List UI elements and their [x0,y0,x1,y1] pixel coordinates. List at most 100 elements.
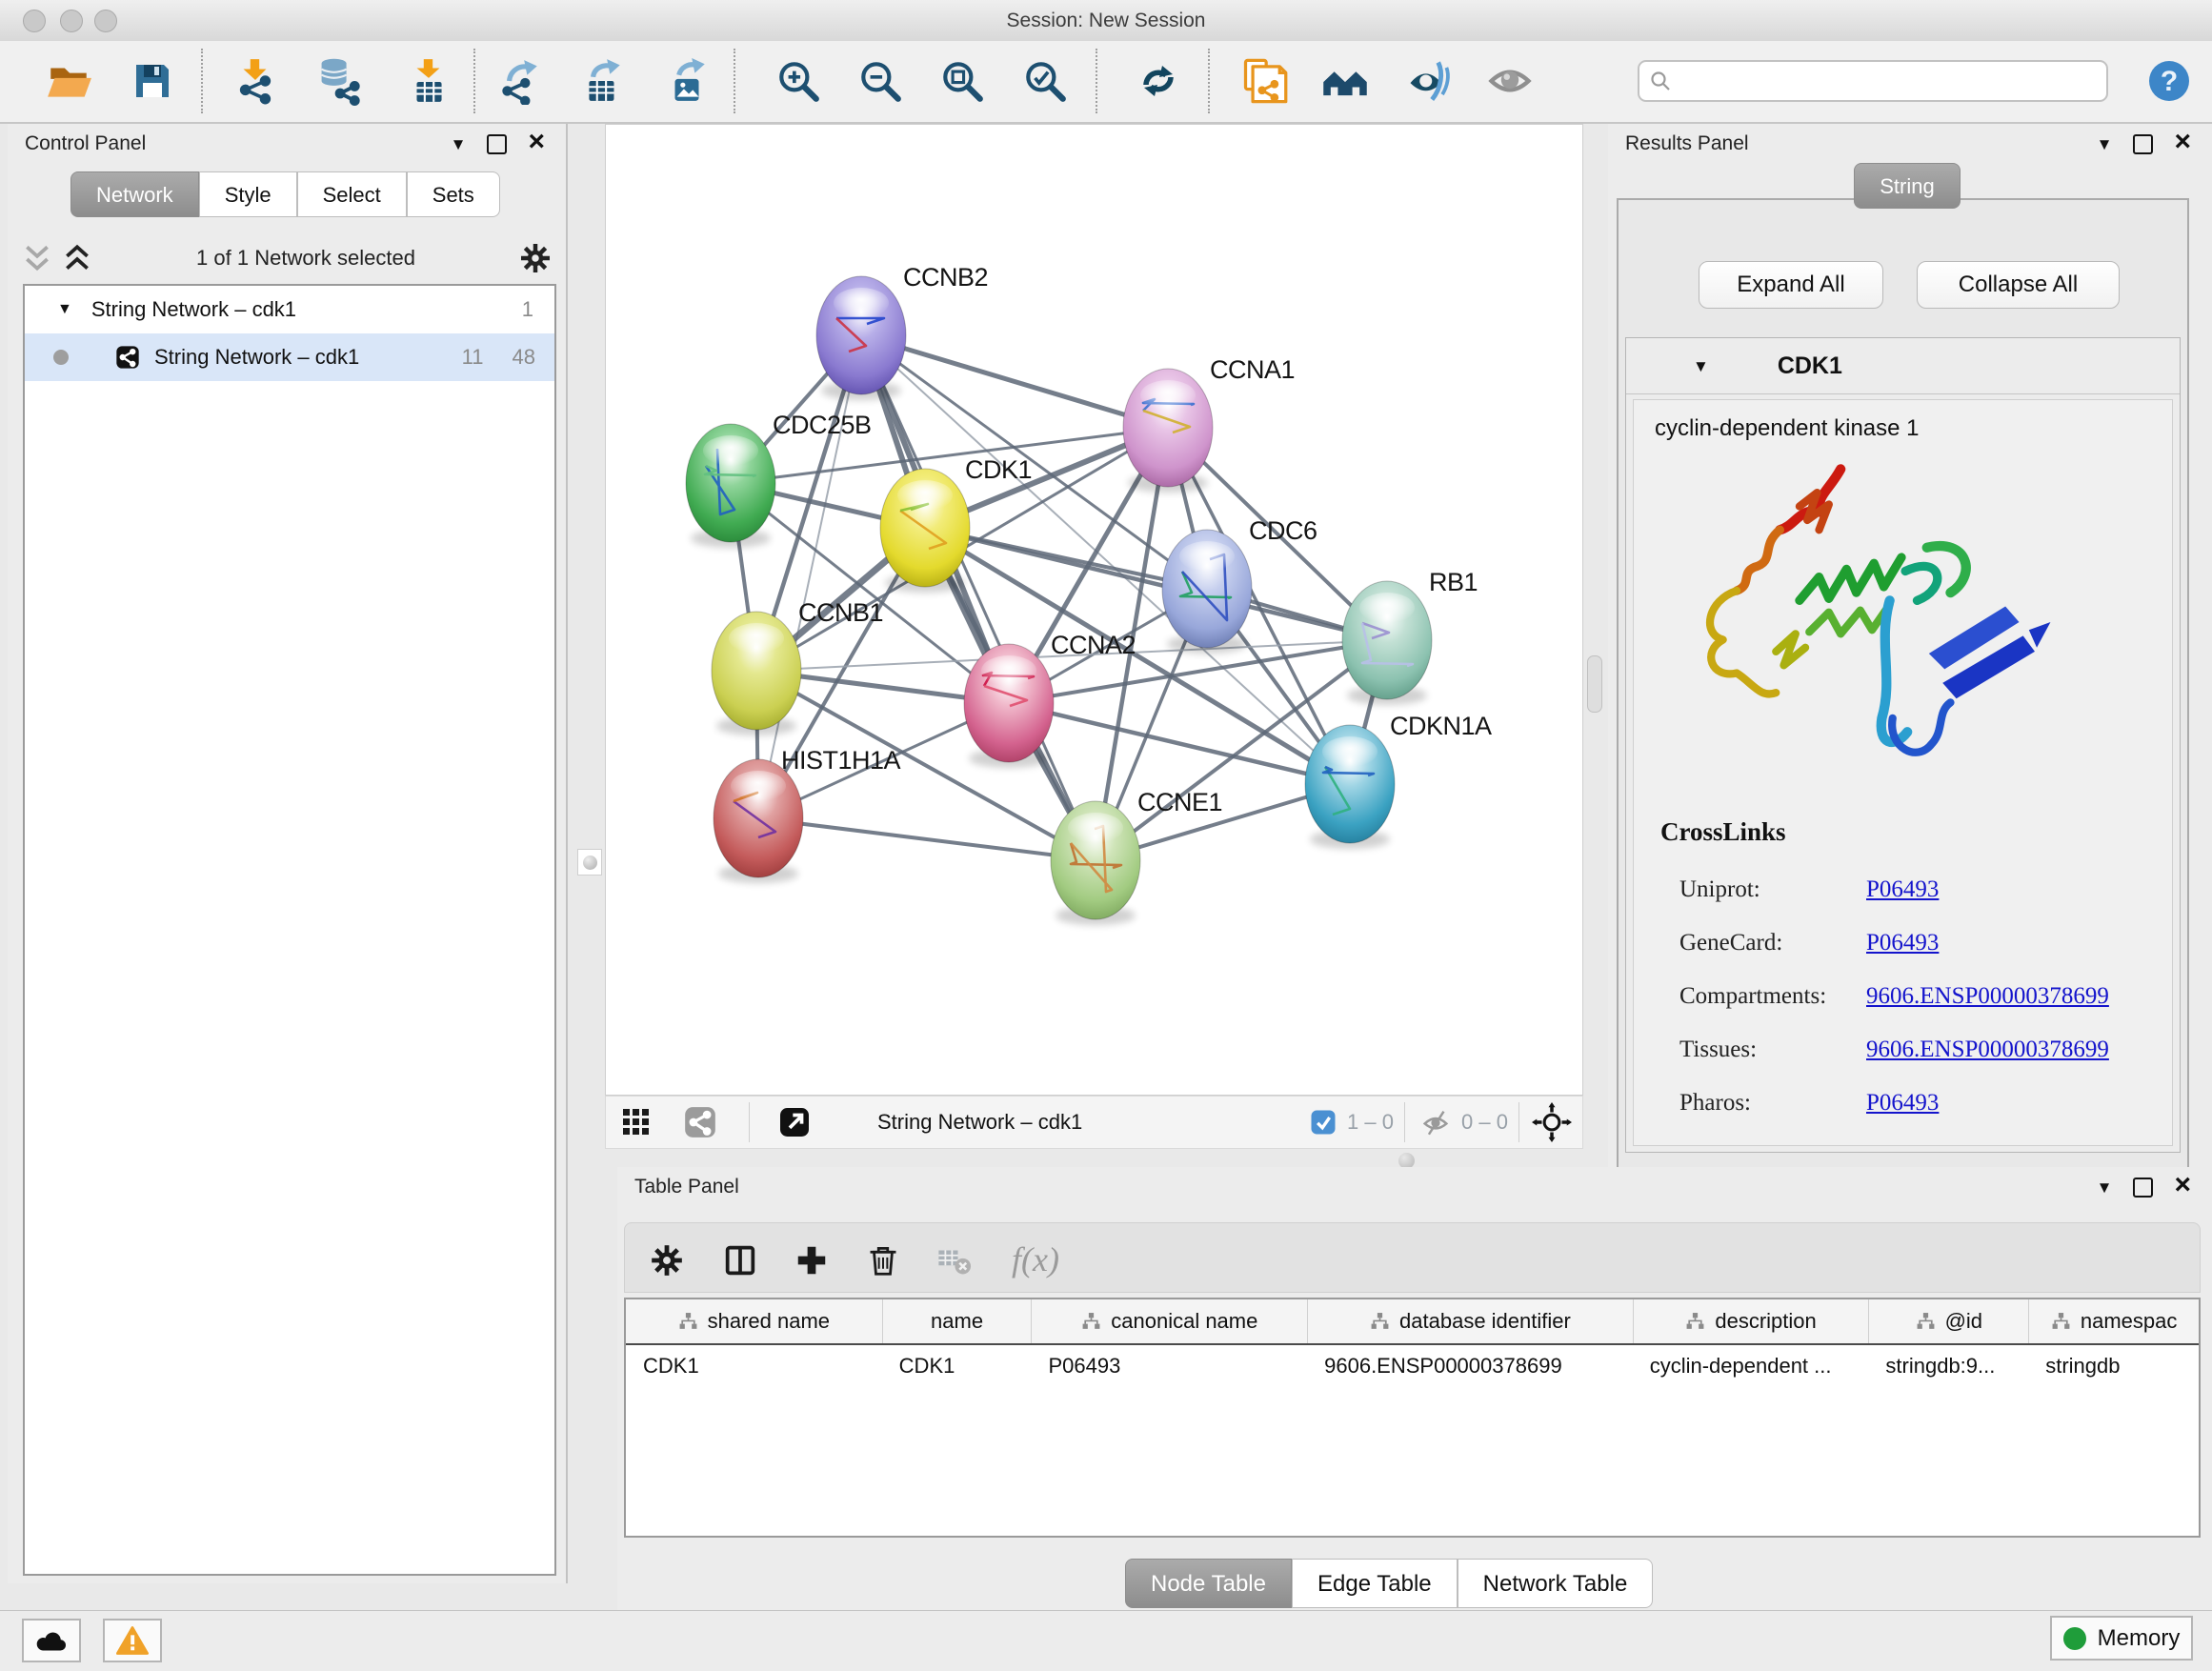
collapse-panel-icon[interactable]: ▼ [451,136,467,152]
node-CDC25B[interactable]: CDC25B [686,411,872,548]
crosslink-genecard-link[interactable]: P06493 [1866,930,1939,956]
tab-network[interactable]: Network [70,171,199,217]
search-field[interactable] [1638,60,2108,102]
delete-column-button[interactable] [858,1236,908,1285]
import-network-button[interactable] [229,54,282,108]
share-view-button[interactable] [682,1097,718,1148]
node-table[interactable]: shared namenamecanonical namedatabase id… [624,1298,2201,1538]
crosslink-pharos-link[interactable]: P06493 [1866,1090,1939,1117]
function-builder-button[interactable]: f(x) [1004,1236,1080,1285]
edge-CCNB2-CCNE1[interactable] [861,335,1096,860]
collapse-panel-icon[interactable]: ▼ [2097,1179,2113,1196]
first-neighbors-button[interactable] [1318,54,1372,108]
birdseye-button[interactable] [1532,1097,1572,1148]
collapse-all-button[interactable]: Collapse All [1917,261,2120,309]
cloud-button[interactable] [22,1619,81,1662]
network-canvas[interactable]: CCNB2CCNA1CDC25BCDK1CDC6RB1CCNB1CCNA2CDK… [605,124,1583,1096]
node-CDKN1A[interactable]: CDKN1A [1305,712,1492,849]
expand-all-button[interactable]: Expand All [1699,261,1883,309]
create-column-button[interactable] [787,1236,836,1285]
node-RB1[interactable]: RB1 [1342,568,1478,705]
gear-icon[interactable] [518,241,553,275]
float-panel-icon[interactable] [2133,134,2153,154]
network-row[interactable]: String Network – cdk1 11 48 [25,333,554,381]
node-CCNB1[interactable]: CCNB1 [712,598,883,735]
import-table-button[interactable] [402,54,455,108]
tab-node-table[interactable]: Node Table [1125,1559,1292,1608]
tab-network-table[interactable]: Network Table [1458,1559,1654,1608]
node-CCNA1[interactable]: CCNA1 [1123,355,1295,493]
table-cell[interactable]: stringdb:9... [1868,1345,2028,1387]
float-panel-icon[interactable] [487,134,507,154]
export-network-button[interactable] [493,54,546,108]
tab-sets[interactable]: Sets [407,171,500,217]
help-button[interactable]: ? [2142,54,2196,108]
tab-style[interactable]: Style [199,171,297,217]
float-panel-icon[interactable] [2133,1178,2153,1198]
table-cell[interactable]: stringdb [2028,1345,2199,1387]
close-panel-icon[interactable]: × [528,128,545,156]
export-image-button[interactable] [660,54,714,108]
table-cell[interactable]: cyclin-dependent ... [1633,1345,1869,1387]
table-row[interactable]: CDK1CDK1P064939606.ENSP00000378699cyclin… [626,1345,2199,1387]
node-CCNB2[interactable]: CCNB2 [816,263,988,400]
column-header-name[interactable]: name [882,1299,1032,1343]
collapse-all-icon[interactable] [21,242,53,274]
gene-section-header[interactable]: ▼ CDK1 [1626,338,2180,394]
table-cell[interactable]: P06493 [1031,1345,1307,1387]
clear-table-button[interactable] [930,1236,979,1285]
zoom-in-button[interactable] [772,54,825,108]
node-CCNE1[interactable]: CCNE1 [1051,788,1222,925]
tab-select[interactable]: Select [297,171,407,217]
zoom-selected-button[interactable] [1018,54,1072,108]
section-caret-icon[interactable]: ▼ [1693,358,1709,374]
import-database-button[interactable] [312,54,366,108]
table-cell[interactable]: CDK1 [882,1345,1032,1387]
column-header-description[interactable]: description [1633,1299,1869,1343]
expand-all-icon[interactable] [61,242,93,274]
network-collection-row[interactable]: ▼ String Network – cdk1 1 [25,286,554,333]
column-header-id[interactable]: @id [1868,1299,2028,1343]
node-CCNA2[interactable]: CCNA2 [964,631,1136,768]
table-settings-button[interactable] [642,1236,692,1285]
splitter-handle[interactable] [1587,655,1602,713]
splitter-handle[interactable] [577,849,602,876]
column-header-databaseidentifier[interactable]: database identifier [1307,1299,1633,1343]
hide-selected-button[interactable] [1402,54,1456,108]
refresh-button[interactable] [1132,54,1185,108]
search-input[interactable] [1679,70,2097,93]
crosslink-uniprot-link[interactable]: P06493 [1866,876,1939,903]
save-session-button[interactable] [126,54,179,108]
warning-button[interactable] [103,1619,162,1662]
table-cell[interactable]: CDK1 [626,1345,882,1387]
column-header-namespac[interactable]: namespac [2028,1299,2199,1343]
node-HIST1H1A[interactable]: HIST1H1A [714,746,901,883]
edge-CCNB2-CCNA1[interactable] [861,335,1168,428]
memory-button[interactable]: Memory [2050,1616,2193,1661]
column-header-sharedname[interactable]: shared name [626,1299,882,1343]
grid-view-button[interactable] [621,1097,652,1148]
close-panel-icon[interactable]: × [2174,1171,2191,1199]
open-in-new-button[interactable] [775,1097,814,1148]
collapse-panel-icon[interactable]: ▼ [2097,136,2113,152]
column-header-canonicalname[interactable]: canonical name [1031,1299,1307,1343]
network-graph[interactable]: CCNB2CCNA1CDC25BCDK1CDC6RB1CCNB1CCNA2CDK… [606,125,1582,1095]
crosslink-compartments-link[interactable]: 9606.ENSP00000378699 [1866,983,2109,1010]
import-table-icon [405,57,452,105]
edge-CDK1-RB1[interactable] [925,528,1387,640]
tab-edge-table[interactable]: Edge Table [1292,1559,1458,1608]
table-cell[interactable]: 9606.ENSP00000378699 [1307,1345,1633,1387]
close-panel-icon[interactable]: × [2174,128,2191,156]
show-columns-button[interactable] [715,1236,765,1285]
edge-HIST1H1A-CCNE1[interactable] [758,818,1096,860]
zoom-out-button[interactable] [854,54,907,108]
tab-string[interactable]: String [1854,163,1961,209]
show-all-button[interactable] [1483,54,1537,108]
string-import-button[interactable] [1237,54,1291,108]
export-table-button[interactable] [576,54,630,108]
open-session-button[interactable] [42,54,95,108]
zoom-fit-button[interactable] [935,54,989,108]
tree-caret-icon[interactable]: ▼ [57,301,72,318]
crosslink-tissues-link[interactable]: 9606.ENSP00000378699 [1866,1037,2109,1063]
checkbox-icon[interactable] [1309,1108,1337,1137]
